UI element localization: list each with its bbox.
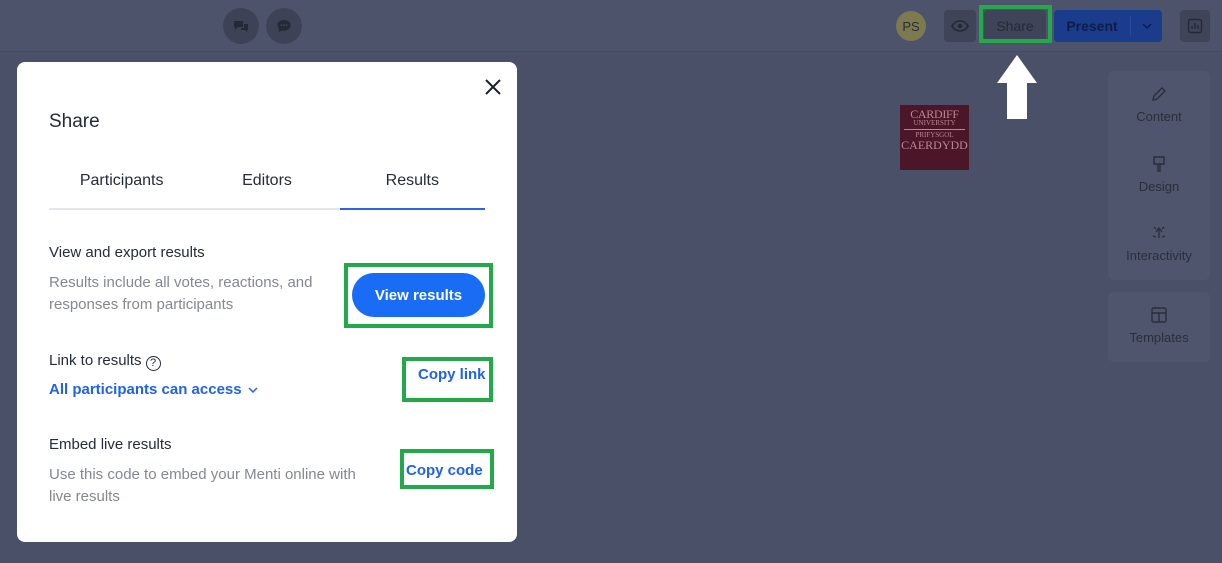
- chevron-down-icon[interactable]: [1131, 23, 1162, 29]
- sidebar-item-interactivity[interactable]: Interactivity: [1108, 222, 1210, 263]
- paintbrush-icon: [1151, 153, 1167, 175]
- editor-side-panel: Content Design Interactivity: [1108, 71, 1210, 280]
- sidebar-item-content[interactable]: Content: [1108, 83, 1210, 124]
- templates-panel: Templates: [1108, 292, 1210, 362]
- comments-icon: [234, 21, 248, 32]
- view-export-heading: View and export results: [49, 244, 205, 261]
- interactivity-icon: [1150, 222, 1168, 244]
- eye-icon: [951, 20, 969, 32]
- chevron-down-icon: [248, 386, 258, 393]
- share-tabs: Participants Editors Results: [49, 170, 486, 210]
- preview-button[interactable]: [944, 10, 976, 42]
- copy-code-highlight-box: [400, 449, 494, 489]
- avatar[interactable]: PS: [896, 11, 926, 41]
- embed-heading: Embed live results: [49, 436, 172, 453]
- view-export-description: Results include all votes, reactions, an…: [49, 274, 313, 313]
- tab-participants[interactable]: Participants: [49, 170, 194, 208]
- close-icon[interactable]: [482, 76, 504, 98]
- chat-button[interactable]: [266, 8, 302, 44]
- comments-button[interactable]: [223, 8, 259, 44]
- help-icon[interactable]: ?: [145, 355, 161, 371]
- pencil-icon: [1150, 83, 1168, 105]
- sidebar-item-design[interactable]: Design: [1108, 153, 1210, 194]
- tab-editors[interactable]: Editors: [194, 170, 339, 208]
- access-dropdown[interactable]: All participants can access: [49, 381, 258, 398]
- cardiff-university-logo: CARDIFF UNIVERSITY PRIFYSGOL CAERDYDD: [900, 105, 969, 170]
- link-results-heading: Link to results?: [49, 352, 161, 371]
- present-button[interactable]: Present: [1054, 10, 1162, 42]
- up-arrow-icon: [997, 55, 1037, 119]
- templates-icon: [1150, 304, 1168, 326]
- copy-link-highlight-box: [402, 357, 493, 402]
- chat-icon: [277, 20, 291, 32]
- results-button[interactable]: [1180, 10, 1210, 42]
- present-label: Present: [1066, 18, 1118, 34]
- sidebar-item-templates[interactable]: Templates: [1108, 304, 1210, 345]
- tab-results[interactable]: Results: [339, 170, 486, 210]
- embed-description: Use this code to embed your Menti online…: [49, 466, 356, 505]
- dialog-title: Share: [49, 111, 100, 132]
- view-results-highlight-box: [344, 263, 493, 328]
- share-highlight-box: [979, 5, 1052, 43]
- bar-chart-icon: [1187, 18, 1203, 34]
